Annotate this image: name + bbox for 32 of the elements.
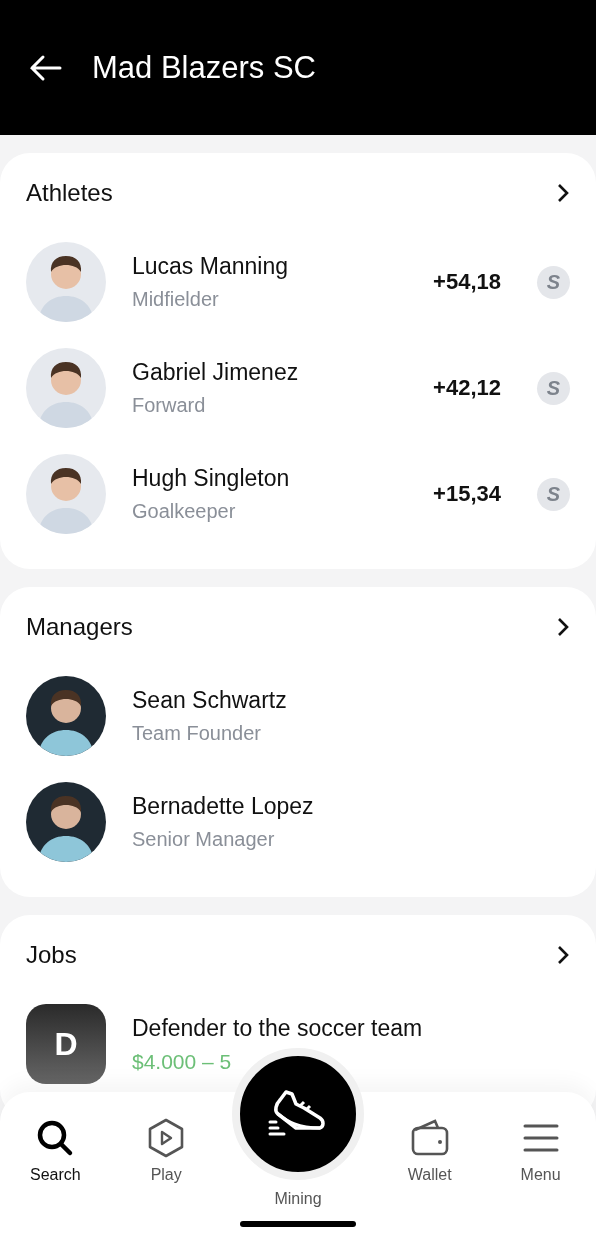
manager-role: Senior Manager [132,828,276,851]
nav-tab[interactable]: Play [121,1118,212,1240]
section-title: Managers [26,613,133,641]
athlete-name: Lucas Manning [132,253,289,280]
job-title: Defender to the soccer team [132,1014,424,1042]
athlete-position: Goalkeeper [132,500,237,523]
back-arrow-icon[interactable] [28,53,62,82]
manager-name: Sean Schwartz [132,687,288,714]
page-title: Mad Blazers SC [92,49,316,86]
athlete-name: Gabriel Jimenez [132,359,300,386]
athlete-position: Midfielder [132,288,220,311]
score-value: +54,18 [433,269,501,295]
manager-name: Bernadette Lopez [132,793,315,820]
section-title: Jobs [26,941,77,969]
nav-tab[interactable]: Wallet [384,1118,475,1240]
chevron-right-icon[interactable] [556,182,570,204]
wallet-icon [409,1118,450,1158]
job-logo: D [26,1004,106,1084]
coin-icon: S [537,265,570,299]
chevron-right-icon[interactable] [556,616,570,638]
nav-tab[interactable]: Menu [495,1118,586,1240]
coin-icon: S [537,477,570,511]
score-value: +42,12 [433,375,501,401]
nav-tab[interactable]: Search [10,1118,101,1240]
athlete-name: Hugh Singleton [132,465,291,492]
coin-icon: S [537,371,570,405]
chevron-right-icon[interactable] [556,944,570,966]
score-value: +15,34 [433,481,501,507]
section-title: Athletes [26,179,113,207]
manager-role: Team Founder [132,722,262,745]
job-salary: $4.000 – 5 [132,1049,233,1074]
athlete-position: Forward [132,394,207,417]
